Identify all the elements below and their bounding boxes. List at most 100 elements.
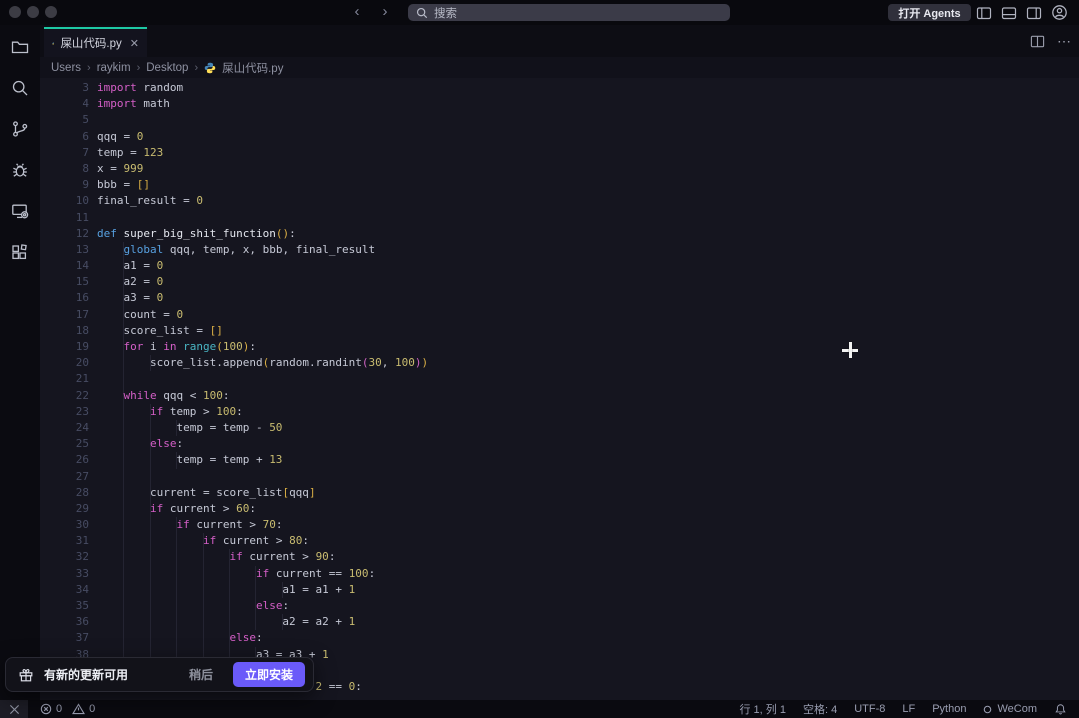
encoding[interactable]: UTF-8 [854,703,885,715]
code-line: 22 while qqq < 100: [40,388,1079,404]
line-number: 37 [40,630,89,646]
code-line: 28 current = score_list[qqq] [40,485,1079,501]
wecom-icon [983,705,992,714]
navigate-back-button[interactable]: ‹ [348,0,366,25]
install-now-button[interactable]: 立即安装 [233,662,305,687]
search-placeholder: 搜索 [434,5,457,21]
code-line: 5 [40,112,1079,128]
open-agents-button[interactable]: 打开 Agents [888,4,971,21]
line-number: 27 [40,469,89,485]
python-file-icon [52,37,54,50]
code-line: 31 if current > 80: [40,533,1079,549]
line-number: 24 [40,420,89,436]
breadcrumb-item[interactable]: raykim [97,62,131,74]
line-number: 9 [40,177,89,193]
tab-close-icon[interactable]: ✕ [130,37,139,50]
code-line: 13 global qqq, temp, x, bbb, final_resul… [40,242,1079,258]
code-line: 4import math [40,96,1079,112]
code-line: 37 else: [40,630,1079,646]
code-line: 30 if current > 70: [40,517,1079,533]
toast-message: 有新的更新可用 [44,666,179,683]
notifications-bell-icon[interactable] [1054,703,1067,716]
remote-explorer-icon[interactable] [10,201,30,221]
source-control-icon[interactable] [10,119,30,139]
extensions-icon[interactable] [10,242,30,262]
line-number: 28 [40,485,89,501]
line-number: 26 [40,452,89,468]
line-number: 21 [40,371,89,387]
breadcrumb-item[interactable]: Desktop [146,62,188,74]
remote-indicator[interactable] [0,700,28,718]
warnings-icon [72,703,85,715]
code-line: 6qqq = 0 [40,129,1079,145]
activity-bar [0,25,40,700]
code-line: 8x = 999 [40,161,1079,177]
tab-shishan-daima-py[interactable]: 屎山代码.py ✕ [44,27,147,57]
navigate-forward-button[interactable]: › [376,0,394,25]
remote-indicator-icon [9,704,20,715]
indentation-setting[interactable]: 空格: 4 [803,701,837,717]
line-number: 29 [40,501,89,517]
close-window-button[interactable] [9,6,21,18]
code-line: 11 [40,210,1079,226]
line-number: 35 [40,598,89,614]
minimize-window-button[interactable] [27,6,39,18]
chevron-right-icon: › [87,62,91,74]
gift-icon [18,667,34,683]
chevron-right-icon: › [137,62,141,74]
line-number: 10 [40,193,89,209]
title-bar: ‹ › 搜索 打开 Agents [0,0,1079,25]
cursor-position[interactable]: 行 1, 列 1 [740,701,786,717]
code-line: 9bbb = [] [40,177,1079,193]
wecom-status[interactable]: WeCom [983,703,1037,715]
split-editor-icon[interactable] [1030,34,1045,49]
code-line: 14 a1 = 0 [40,258,1079,274]
breadcrumb-item-file[interactable]: 屎山代码.py [222,60,283,76]
code-line: 18 score_list = [] [40,323,1079,339]
code-line: 24 temp = temp - 50 [40,420,1079,436]
maximize-window-button[interactable] [45,6,57,18]
code-line: 26 temp = temp + 13 [40,452,1079,468]
search-icon [416,7,428,19]
warnings-count: 0 [89,703,95,715]
line-number: 25 [40,436,89,452]
toggle-left-panel-icon[interactable] [976,5,992,21]
code-line: 21 [40,371,1079,387]
code-line: 33 if current == 100: [40,566,1079,582]
toggle-right-panel-icon[interactable] [1026,5,1042,21]
line-number: 20 [40,355,89,371]
account-icon[interactable] [1051,4,1068,21]
search-sidebar-icon[interactable] [10,78,30,98]
code-editor[interactable]: 3import random4import math56qqq = 07temp… [40,78,1079,700]
line-number: 33 [40,566,89,582]
code-line: 7temp = 123 [40,145,1079,161]
code-area: 3import random4import math56qqq = 07temp… [40,80,1079,695]
code-line: 29 if current > 60: [40,501,1079,517]
code-line: 19 for i in range(100): [40,339,1079,355]
line-number: 22 [40,388,89,404]
run-and-debug-icon[interactable] [10,160,30,180]
global-search-input[interactable]: 搜索 [408,4,730,21]
code-line: 36 a2 = a2 + 1 [40,614,1079,630]
line-number: 8 [40,161,89,177]
code-line: 35 else: [40,598,1079,614]
line-number: 15 [40,274,89,290]
line-number: 12 [40,226,89,242]
window-controls[interactable] [9,6,57,18]
line-number: 18 [40,323,89,339]
line-number: 16 [40,290,89,306]
toggle-bottom-panel-icon[interactable] [1001,5,1017,21]
errors-icon [40,703,52,715]
problems-indicator[interactable]: 0 0 [40,703,95,715]
later-button[interactable]: 稍后 [189,666,213,683]
status-bar: 0 0 行 1, 列 1 空格: 4 UTF-8 LF Python WeCom [0,700,1079,718]
breadcrumb-item[interactable]: Users [51,62,81,74]
tab-title: 屎山代码.py [60,35,121,51]
more-actions-icon[interactable]: ⋯ [1057,33,1071,50]
language-mode[interactable]: Python [932,703,966,715]
line-number: 17 [40,307,89,323]
explorer-icon[interactable] [10,37,30,57]
code-line: 16 a3 = 0 [40,290,1079,306]
eol-sequence[interactable]: LF [902,703,915,715]
line-number: 3 [40,80,89,96]
